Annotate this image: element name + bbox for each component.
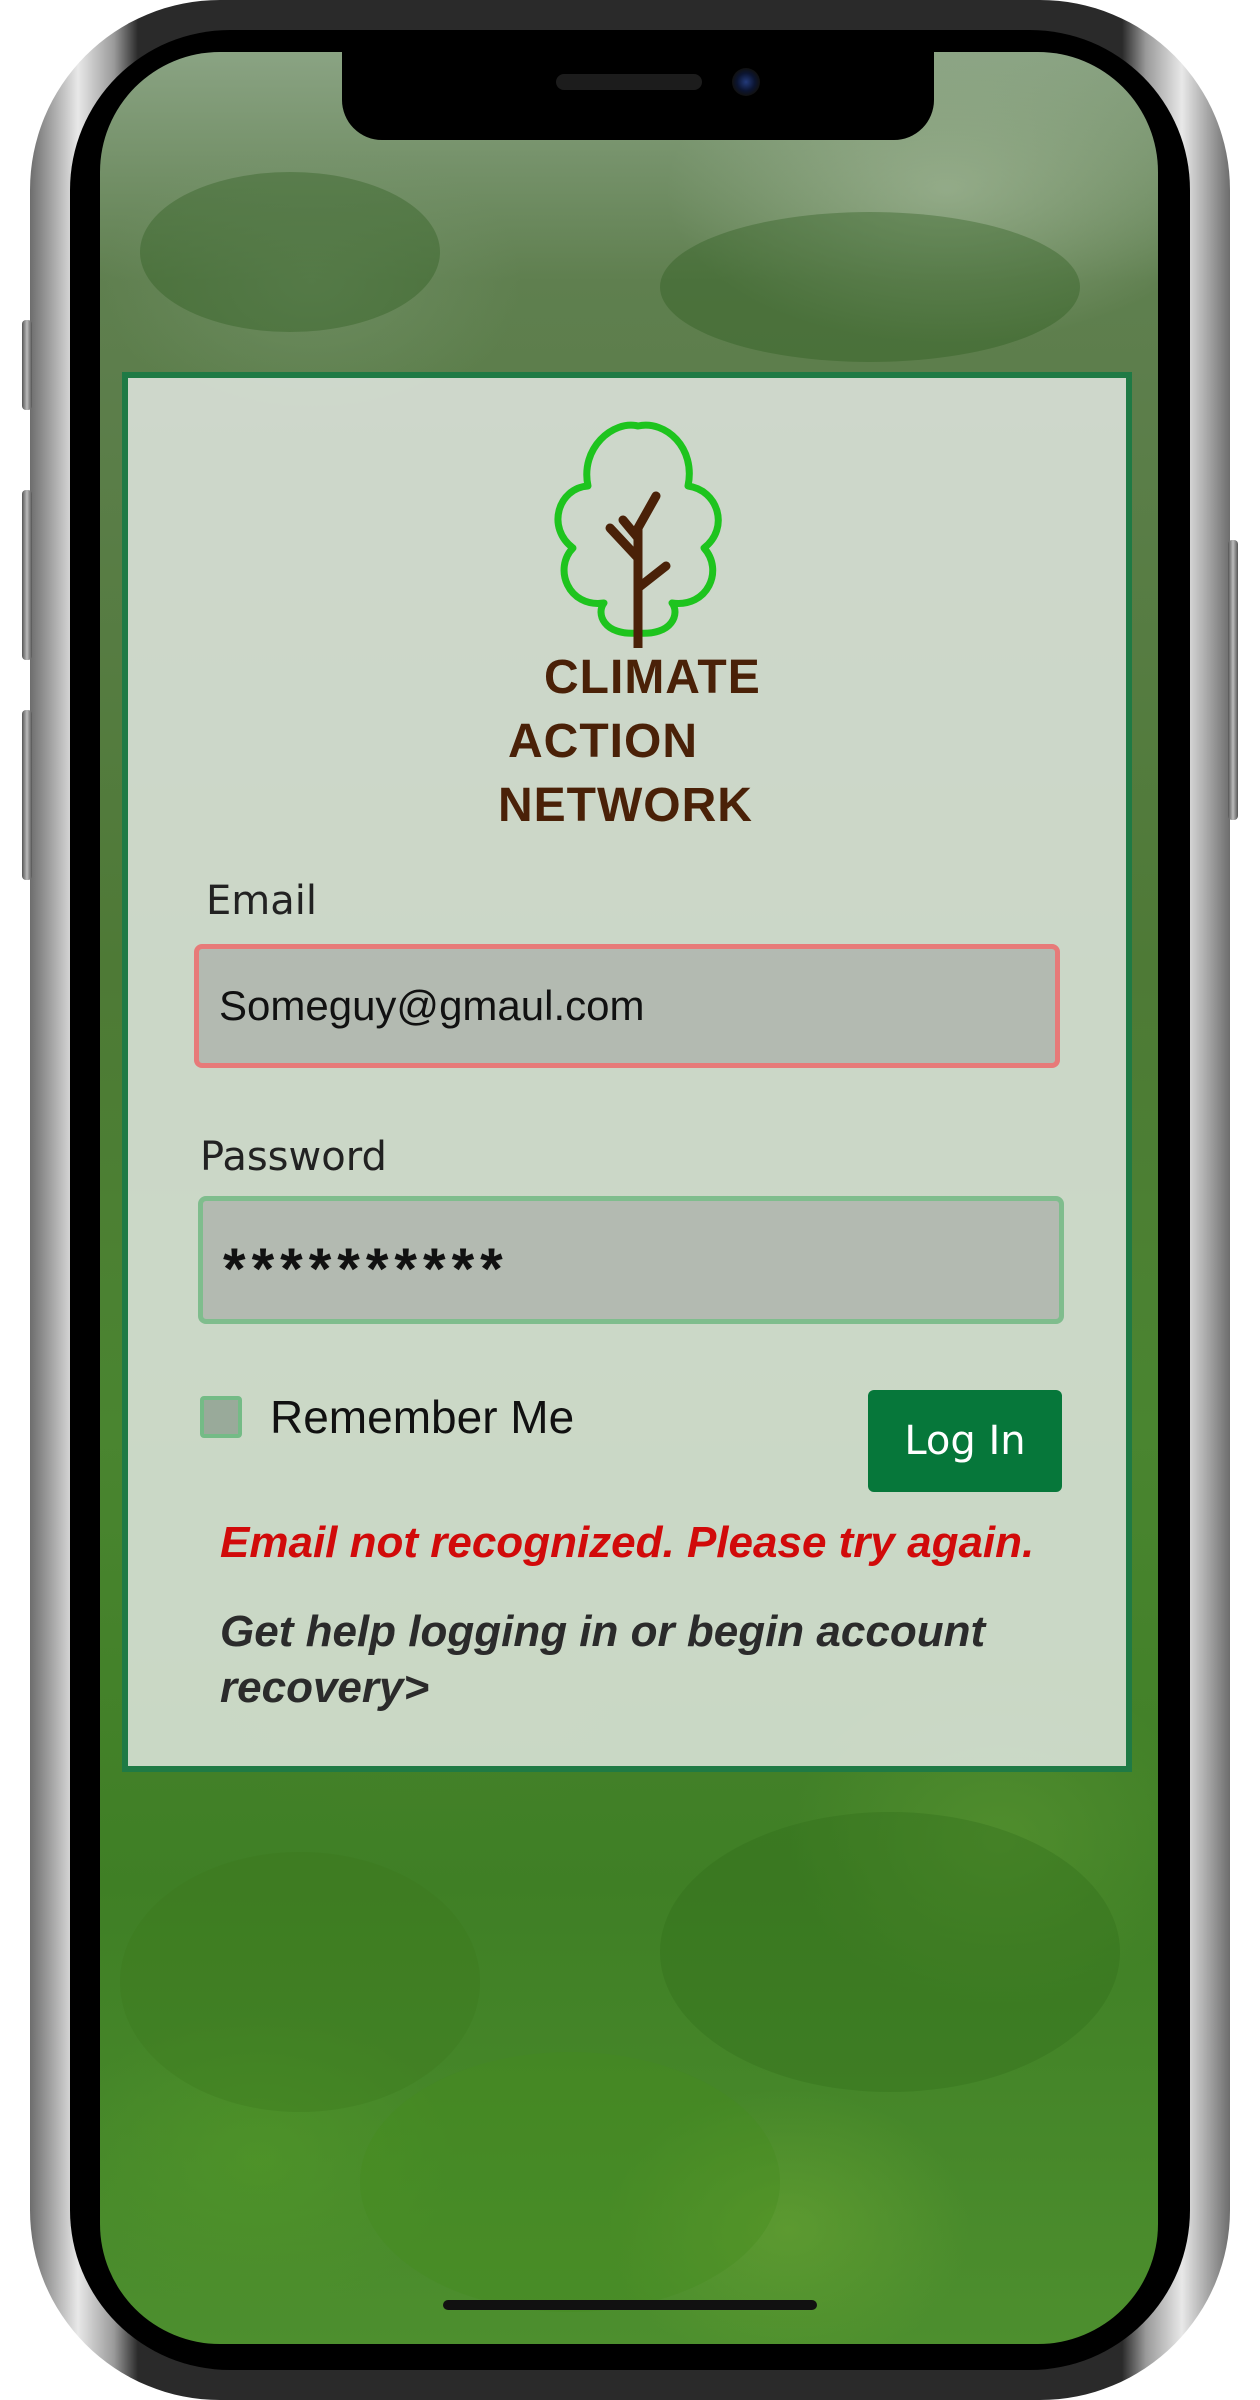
logo-line-3: NETWORK — [498, 779, 753, 832]
login-card: CLIMATE ACTION NETWORK Email Someguy@gma… — [122, 372, 1132, 1772]
error-message: Email not recognized. Please try again. — [220, 1518, 1035, 1567]
climate-action-network-logo: CLIMATE ACTION NETWORK — [498, 408, 761, 832]
speaker-grille — [556, 74, 702, 90]
notch — [342, 52, 934, 140]
password-field[interactable]: ********** — [198, 1196, 1064, 1324]
login-button[interactable]: Log In — [868, 1390, 1062, 1492]
account-recovery-link[interactable]: Get help logging in or begin account rec… — [220, 1604, 1020, 1716]
forest-texture — [140, 172, 440, 332]
forest-texture — [120, 1852, 480, 2112]
remember-me-checkbox[interactable] — [200, 1396, 242, 1438]
logo-line-2: ACTION — [508, 715, 698, 768]
app-screen: CLIMATE ACTION NETWORK Email Someguy@gma… — [100, 52, 1158, 2344]
password-value: ********** — [223, 1236, 509, 1302]
email-label: Email — [206, 878, 317, 924]
home-indicator[interactable] — [443, 2300, 817, 2310]
silent-switch — [22, 320, 32, 410]
remember-me-label[interactable]: Remember Me — [270, 1390, 574, 1444]
forest-texture — [360, 2052, 780, 2312]
logo-line-1: CLIMATE — [544, 651, 761, 704]
email-value: Someguy@gmaul.com — [219, 982, 645, 1029]
volume-up-button — [22, 490, 32, 660]
password-label: Password — [200, 1134, 387, 1180]
power-button — [1228, 540, 1238, 820]
forest-texture — [660, 1812, 1120, 2092]
forest-texture — [660, 212, 1080, 362]
email-field[interactable]: Someguy@gmaul.com — [194, 944, 1060, 1068]
tree-icon — [554, 421, 722, 653]
front-camera — [732, 68, 760, 96]
volume-down-button — [22, 710, 32, 880]
